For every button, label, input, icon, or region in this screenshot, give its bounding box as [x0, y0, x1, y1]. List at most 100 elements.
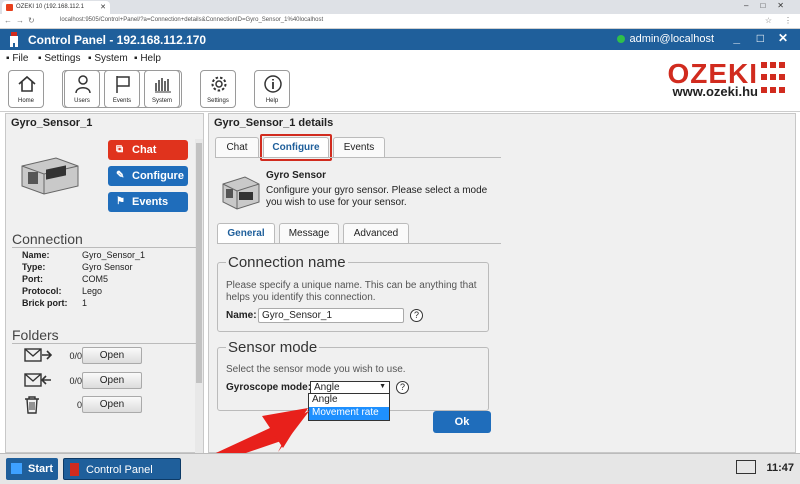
- prop-row: Port: COM5: [22, 274, 145, 286]
- tab-general[interactable]: General: [217, 223, 275, 243]
- device-description: Configure your gyro sensor. Please selec…: [266, 185, 488, 208]
- sensor-mode-help: Select the sensor mode you wish to use.: [226, 364, 406, 375]
- taskbar-control-panel[interactable]: Control Panel: [63, 458, 181, 480]
- prop-row: Brick port: 1: [22, 298, 145, 310]
- left-panel-title: Gyro_Sensor_1: [11, 117, 93, 129]
- connection-props: Name: Gyro_Sensor_1 Type: Gyro Sensor Port…: [22, 250, 145, 310]
- folder-row-inbox: 0/0 Open: [24, 347, 142, 367]
- browser-tab-strip: OZEKI 10 (192.168.112.1 ✕ –□✕: [0, 0, 800, 14]
- bookmark-star-icon[interactable]: ☆: [765, 16, 772, 25]
- trash-icon: [25, 396, 39, 414]
- prop-value: 1: [82, 298, 88, 308]
- tab-message[interactable]: Message: [279, 223, 339, 243]
- taskbar: Start Control Panel 11:47: [0, 453, 800, 484]
- flag-icon: [116, 76, 130, 93]
- outbox-icon: [24, 373, 51, 387]
- keyboard-icon[interactable]: [736, 460, 756, 474]
- prop-key: Brick port:: [22, 298, 68, 308]
- prop-value: Lego: [82, 286, 103, 296]
- chevron-down-icon: ▼: [379, 383, 386, 390]
- help-button[interactable]: Help: [254, 70, 290, 108]
- home-label: Home: [17, 98, 34, 104]
- name-input[interactable]: Gyro_Sensor_1: [258, 308, 404, 323]
- folder-row-outbox: 0/0 Open: [24, 372, 142, 392]
- start-button[interactable]: Start: [6, 458, 58, 480]
- folder-count: 0/0: [69, 376, 82, 386]
- events-toolbar-button[interactable]: Events: [104, 70, 140, 108]
- gyroscope-mode-label: Gyroscope mode:: [226, 382, 312, 393]
- tabs-underline: [215, 157, 501, 158]
- chat-button-label: Chat: [132, 144, 157, 156]
- connection-name-title: Connection name: [226, 254, 348, 271]
- address-bar: ←→↻ localhost:9505/Control+Panel/?a=Conn…: [0, 14, 800, 29]
- nav-buttons-icon[interactable]: ←→↻: [4, 16, 39, 25]
- sensor-mode-title: Sensor mode: [226, 339, 320, 356]
- left-scrollbar[interactable]: [195, 139, 203, 453]
- prop-key: Name:: [22, 250, 50, 260]
- scrollbar-thumb[interactable]: [196, 143, 202, 383]
- window-controls[interactable]: –□✕: [744, 1, 796, 10]
- user-name: admin@localhost: [629, 33, 714, 45]
- tab-events[interactable]: Events: [333, 137, 385, 157]
- left-panel: Gyro_Sensor_1 ⧉ Chat ✎ Configure ⚑ Events C…: [5, 113, 204, 453]
- help-icon[interactable]: ?: [410, 309, 423, 322]
- chat-button[interactable]: ⧉ Chat: [108, 140, 188, 160]
- start-label: Start: [28, 463, 54, 475]
- folder-count: 0: [76, 400, 82, 410]
- help-icon[interactable]: ?: [396, 381, 409, 394]
- maximize-button[interactable]: □: [757, 31, 764, 45]
- prop-value: Gyro_Sensor_1: [82, 250, 146, 260]
- gyro-sensor-thumbnail: [222, 176, 260, 210]
- menu-settings[interactable]: ▪ Settings: [38, 53, 80, 64]
- connection-name-group: Connection name Please specify a unique …: [217, 254, 489, 332]
- tab-chat[interactable]: Chat: [215, 137, 259, 157]
- browser-menu-icon[interactable]: ⋮: [784, 16, 792, 25]
- connection-section-title: Connection: [12, 231, 83, 247]
- brand-url[interactable]: www.ozeki.hu: [673, 84, 758, 99]
- events-button-label: Events: [132, 196, 169, 208]
- settings-button[interactable]: Settings: [200, 70, 236, 108]
- menu-help[interactable]: ▪ Help: [134, 53, 161, 64]
- gyroscope-mode-dropdown: Angle Movement rate: [308, 393, 390, 421]
- url-field[interactable]: localhost:9505/Control+Panel/?a=Connecti…: [60, 17, 323, 23]
- browser-tab[interactable]: OZEKI 10 (192.168.112.1 ✕: [2, 1, 110, 14]
- app-logo-icon: [10, 32, 18, 47]
- close-tab-icon[interactable]: ✕: [100, 3, 106, 11]
- close-button[interactable]: ✕: [778, 31, 788, 45]
- system-button[interactable]: System: [144, 70, 180, 108]
- open-inbox-button[interactable]: Open: [82, 347, 142, 364]
- tab-advanced[interactable]: Advanced: [343, 223, 409, 243]
- prop-row: Protocol: Lego: [22, 286, 145, 298]
- folder-count: 0/0: [69, 351, 82, 361]
- wrench-icon: ✎: [116, 170, 125, 181]
- folders-section-title: Folders: [12, 327, 59, 343]
- prop-key: Type:: [22, 262, 46, 272]
- subtabs-underline: [217, 243, 501, 244]
- ok-button[interactable]: Ok: [433, 411, 491, 433]
- open-trash-button[interactable]: Open: [82, 396, 142, 413]
- option-movement-rate[interactable]: Movement rate: [309, 407, 389, 420]
- minimize-button[interactable]: _: [733, 31, 740, 45]
- ozeki-grid-icon: [760, 61, 786, 97]
- menu-system[interactable]: ▪ System: [88, 53, 128, 64]
- users-button[interactable]: Users: [64, 70, 100, 108]
- user-status[interactable]: admin@localhost: [617, 33, 714, 45]
- start-icon: [11, 463, 22, 474]
- clock: 11:47: [766, 462, 794, 474]
- system-label: System: [151, 98, 172, 104]
- menu-file[interactable]: ▪ File: [6, 53, 28, 64]
- help-label: Help: [265, 98, 279, 104]
- events-button[interactable]: ⚑ Events: [108, 192, 188, 212]
- app-icon: [70, 463, 79, 476]
- folder-row-trash: 0 Open: [24, 396, 142, 416]
- right-panel: Gyro_Sensor_1 details Chat Configure Eve…: [208, 113, 796, 453]
- home-button[interactable]: Home: [8, 70, 44, 108]
- configure-button[interactable]: ✎ Configure: [108, 166, 188, 186]
- system-bars-icon: [155, 78, 171, 93]
- open-outbox-button[interactable]: Open: [82, 372, 142, 389]
- option-angle[interactable]: Angle: [309, 394, 389, 407]
- gyro-sensor-image: [21, 157, 79, 195]
- browser-tab-title: OZEKI 10 (192.168.112.1: [16, 4, 84, 10]
- users-label: Users: [74, 98, 90, 104]
- flag-icon: ⚑: [116, 196, 125, 207]
